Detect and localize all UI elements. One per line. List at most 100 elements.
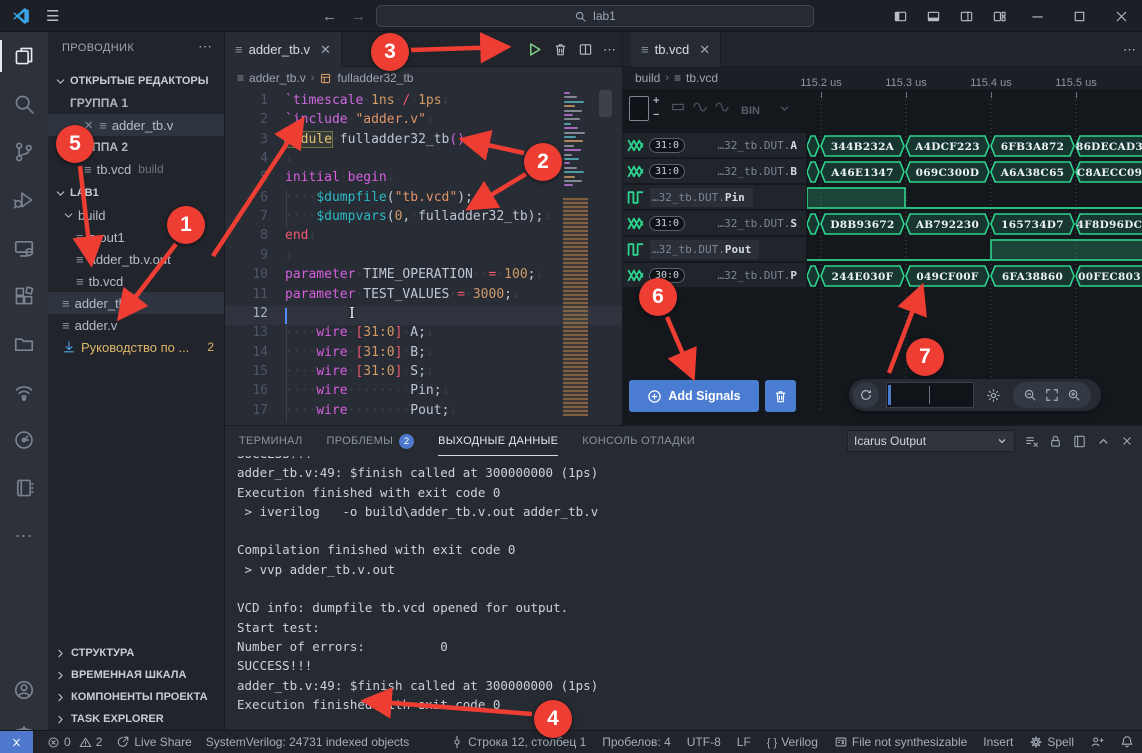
output-channel-select[interactable]: Icarus Output — [847, 430, 1015, 452]
breadcrumb-folder[interactable]: build — [635, 71, 660, 85]
open-editor-item[interactable]: ✕≡adder_tb.v — [48, 114, 224, 136]
close-editor-icon[interactable]: ✕ — [84, 119, 93, 132]
window-close-icon[interactable] — [1100, 0, 1142, 32]
activitybar-wireless[interactable] — [0, 368, 48, 416]
window-minimize-icon[interactable] — [1016, 0, 1058, 32]
clear-output-icon[interactable] — [1024, 434, 1039, 449]
split-editor-icon[interactable] — [578, 42, 593, 57]
nav-forward-icon[interactable]: → — [351, 8, 366, 25]
language-mode[interactable]: { }Verilog — [767, 735, 818, 749]
tab-tb-vcd[interactable]: ≡ tb.vcd ✕ — [631, 32, 721, 67]
activitybar-run-debug[interactable] — [0, 176, 48, 224]
wave-range-scrollbar[interactable] — [886, 382, 974, 408]
tab-adder-tb-v[interactable]: ≡ adder_tb.v ✕ — [225, 32, 342, 67]
analog-wave-icon[interactable] — [693, 100, 707, 114]
sidebar-section-3[interactable]: TASK EXPLORER — [48, 708, 224, 730]
nav-back-icon[interactable]: ← — [322, 8, 337, 25]
tab-terminal[interactable]: ТЕРМИНАЛ — [239, 426, 302, 456]
layout-sidebar-left-icon[interactable] — [884, 0, 917, 32]
activitybar-search[interactable] — [0, 80, 48, 128]
editor-more-icon[interactable]: ⋯ — [603, 42, 616, 58]
tab-close-icon[interactable]: ✕ — [699, 42, 710, 58]
signal-row-pout[interactable]: …32_tb.DUT.Pout — [623, 237, 806, 263]
tab-output[interactable]: ВЫХОДНЫЕ ДАННЫЕ — [438, 426, 558, 456]
workspace-header[interactable]: LAB1 — [48, 182, 224, 204]
bit-high-segment[interactable] — [991, 240, 1142, 260]
tree-item-adder-tb-v-out[interactable]: ≡adder_tb.v.out — [48, 248, 224, 270]
breadcrumb-file[interactable]: adder_tb.v — [249, 71, 306, 85]
minus-icon[interactable]: − — [653, 110, 659, 121]
plus-icon[interactable]: + — [653, 96, 659, 107]
tree-item-adder-v[interactable]: ≡adder.v — [48, 314, 224, 336]
sidebar-section-0[interactable]: СТРУКТУРА — [48, 642, 224, 664]
bus-format-icon[interactable] — [671, 100, 685, 114]
lock-icon[interactable] — [1048, 434, 1063, 449]
problems-status[interactable]: 02 — [47, 735, 102, 749]
minimap[interactable] — [563, 90, 590, 420]
zoom-fit-icon[interactable] — [1045, 388, 1059, 402]
spell[interactable]: Spell — [1029, 735, 1074, 749]
bus-value-segment[interactable] — [807, 214, 819, 234]
breadcrumb[interactable]: ≡ adder_tb.v › fulladder32_tb — [225, 67, 622, 89]
tree-item-adder-tb-v[interactable]: ≡adder_tb.v — [48, 292, 224, 314]
layout-grid-icon[interactable] — [983, 0, 1016, 32]
tab-debug-console[interactable]: КОНСОЛЬ ОТЛАДКИ — [582, 426, 695, 456]
cursor-position[interactable]: Строка 12, столбец 1 — [450, 735, 586, 749]
activitybar-more[interactable]: ⋯ — [0, 512, 48, 560]
editor-more-icon[interactable]: ⋯ — [1123, 42, 1136, 58]
terminal-output[interactable]: SUCCESS!!!adder_tb.v:49: $finish called … — [237, 444, 598, 714]
trash-icon[interactable] — [553, 42, 568, 57]
insert-mode[interactable]: Insert — [983, 735, 1013, 749]
signal-row-b[interactable]: 31:0…32_tb.DUT.B — [623, 159, 806, 185]
add-signals-button[interactable]: Add Signals — [629, 380, 759, 412]
close-panel-icon[interactable] — [1120, 434, 1134, 448]
maximize-panel-icon[interactable] — [1096, 434, 1111, 449]
live-share[interactable]: Live Share — [116, 735, 191, 749]
notifications[interactable] — [1120, 735, 1134, 749]
indentation[interactable]: Пробелов: 4 — [602, 735, 671, 749]
tree-item-a-out1[interactable]: ≡a.out1 — [48, 226, 224, 248]
bit-high-segment[interactable] — [807, 188, 905, 208]
activitybar-accounts[interactable] — [0, 666, 48, 714]
wave-value-box[interactable] — [629, 96, 649, 121]
activitybar-timeline[interactable] — [0, 416, 48, 464]
layout-sidebar-right-icon[interactable] — [950, 0, 983, 32]
bus-value-segment[interactable] — [807, 136, 819, 156]
tab-problems[interactable]: ПРОБЛЕМЫ2 — [326, 426, 414, 456]
tree-item-tb-vcd[interactable]: ≡tb.vcd — [48, 270, 224, 292]
synthesis-status[interactable]: File not synthesizable — [834, 735, 967, 749]
open-editor-item[interactable]: ≡tb.vcdbuild — [48, 158, 224, 180]
activitybar-project-manager[interactable] — [0, 320, 48, 368]
eol[interactable]: LF — [737, 735, 751, 749]
bus-value-segment[interactable] — [807, 162, 819, 182]
signal-row-s[interactable]: 31:0…32_tb.DUT.S — [623, 211, 806, 237]
run-button[interactable] — [526, 41, 543, 58]
search-box[interactable]: lab1 — [376, 5, 814, 27]
breadcrumb-symbol[interactable]: fulladder32_tb — [337, 71, 413, 85]
layout-panel-icon[interactable] — [917, 0, 950, 32]
activitybar-source-control[interactable] — [0, 128, 48, 176]
remote-indicator[interactable] — [0, 731, 33, 753]
sidebar-more-icon[interactable]: ⋯ — [198, 38, 212, 55]
open-in-editor-icon[interactable] — [1072, 434, 1087, 449]
wave-trash-button[interactable] — [765, 380, 796, 412]
format-select[interactable]: BIN — [741, 105, 760, 117]
menu-icon[interactable]: ☰ — [46, 7, 59, 25]
refresh-icon[interactable] — [853, 382, 879, 408]
tab-close-icon[interactable]: ✕ — [320, 42, 331, 58]
analog-wave2-icon[interactable] — [715, 100, 729, 114]
zoom-in-icon[interactable] — [1067, 388, 1081, 402]
sidebar-section-2[interactable]: КОМПОНЕНТЫ ПРОЕКТА — [48, 686, 224, 708]
editor-scrollbar[interactable] — [599, 90, 612, 117]
systemverilog-status[interactable]: SystemVerilog: 24731 indexed objects — [206, 735, 409, 749]
breadcrumb-file[interactable]: tb.vcd — [686, 71, 718, 85]
gear-icon[interactable] — [986, 388, 1001, 403]
accounts-status[interactable] — [1090, 735, 1104, 749]
tree-item-build[interactable]: build — [48, 204, 224, 226]
open-editors-header[interactable]: ОТКРЫТЫЕ РЕДАКТОРЫ — [48, 70, 224, 92]
chevron-down-icon[interactable] — [778, 102, 791, 115]
encoding[interactable]: UTF-8 — [687, 735, 721, 749]
sidebar-section-1[interactable]: ВРЕМЕННАЯ ШКАЛА — [48, 664, 224, 686]
signal-row-a[interactable]: 31:0…32_tb.DUT.A — [623, 133, 806, 159]
signal-row-p[interactable]: 30:0…32_tb.DUT.P — [623, 263, 806, 289]
